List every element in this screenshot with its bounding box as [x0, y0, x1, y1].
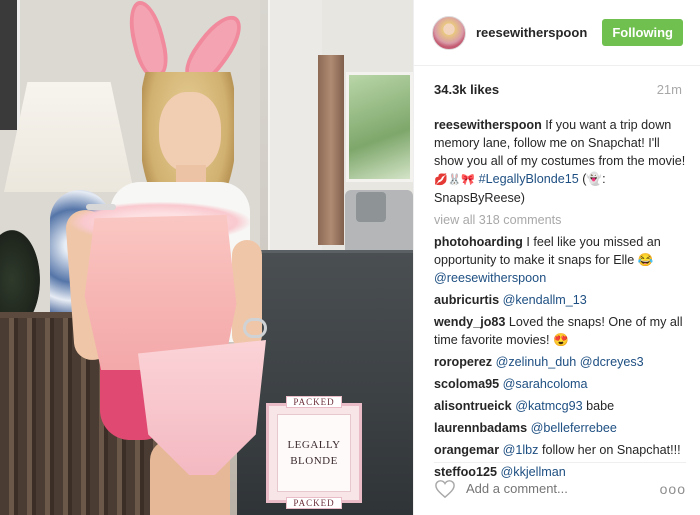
face — [159, 92, 221, 172]
caption-emojis: 💋🐰🎀 — [434, 173, 476, 186]
post-age[interactable]: 21m — [657, 82, 682, 97]
comment-row: alisontrueick @katmcg93 babe — [434, 397, 686, 415]
add-comment-input[interactable] — [466, 481, 660, 496]
hanger — [86, 204, 116, 210]
comment-row: scoloma95 @sarahcoloma — [434, 375, 686, 393]
comment-text-after: follow her on Snapchat!!! — [538, 443, 681, 457]
caption-username[interactable]: reesewitherspoon — [434, 118, 542, 132]
comment-mention[interactable]: @kendallm_13 — [503, 293, 587, 307]
stats-row: 34.3k likes 21m — [434, 82, 682, 97]
hanger-hook — [243, 318, 267, 338]
likes-count[interactable]: 34.3k likes — [434, 82, 499, 97]
sign-tag-top: PACKED — [286, 396, 342, 408]
comment-row: laurennbadams @belleferrebee — [434, 419, 686, 437]
comment-mention[interactable]: @zelinuh_duh @dcreyes3 — [496, 355, 644, 369]
more-options-icon[interactable]: ooo — [660, 481, 686, 497]
legally-blonde-sign: LEGALLY BLONDE — [266, 403, 362, 503]
comment-text-after: babe — [582, 399, 615, 413]
comment-username[interactable]: roroperez — [434, 355, 492, 369]
curtain — [318, 55, 344, 245]
comments-list: reesewitherspoon If you want a trip down… — [434, 116, 686, 485]
view-all-comments-link[interactable]: view all 318 comments — [434, 211, 686, 229]
comment-mention[interactable]: @1lbz — [503, 443, 539, 457]
picture-frame — [0, 0, 20, 130]
comment-bar: ooo — [434, 462, 686, 514]
comment-mention[interactable]: @sarahcoloma — [503, 377, 588, 391]
comment-username[interactable]: scoloma95 — [434, 377, 499, 391]
window — [346, 72, 413, 182]
comment-row: orangemar @1lbz follow her on Snapchat!!… — [434, 441, 686, 459]
following-button[interactable]: Following — [602, 19, 683, 46]
sign-tag-bottom: PACKED — [286, 497, 342, 509]
heart-outline-icon[interactable] — [434, 479, 456, 499]
comment-username[interactable]: wendy_jo83 — [434, 315, 505, 329]
comment-mention[interactable]: @belleferrebee — [531, 421, 617, 435]
pillow — [356, 192, 386, 222]
comment-username[interactable]: orangemar — [434, 443, 499, 457]
post-side-panel: reesewitherspoon Following 34.3k likes 2… — [413, 0, 700, 515]
comment-row: aubricurtis @kendallm_13 — [434, 291, 686, 309]
comment-mention[interactable]: @reesewitherspoon — [434, 271, 546, 285]
comment-username[interactable]: photohoarding — [434, 235, 523, 249]
caption: reesewitherspoon If you want a trip down… — [434, 116, 686, 207]
caption-hashtag[interactable]: #LegallyBlonde15 — [479, 172, 579, 186]
comment-username[interactable]: laurennbadams — [434, 421, 527, 435]
header-username[interactable]: reesewitherspoon — [476, 25, 602, 40]
sign-inner: LEGALLY BLONDE — [277, 414, 351, 492]
comment-username[interactable]: aubricurtis — [434, 293, 499, 307]
avatar[interactable] — [432, 15, 466, 50]
post-header: reesewitherspoon Following — [414, 0, 700, 66]
comment-row: roroperez @zelinuh_duh @dcreyes3 — [434, 353, 686, 371]
comment-row: wendy_jo83 Loved the snaps! One of my al… — [434, 313, 686, 349]
comment-username[interactable]: alisontrueick — [434, 399, 512, 413]
comment-row: photohoarding I feel like you missed an … — [434, 233, 686, 287]
sign-text: LEGALLY BLONDE — [287, 438, 341, 468]
comment-mention[interactable]: @katmcg93 — [515, 399, 582, 413]
post-photo[interactable]: LEGALLY BLONDE PACKED PACKED — [0, 0, 413, 515]
